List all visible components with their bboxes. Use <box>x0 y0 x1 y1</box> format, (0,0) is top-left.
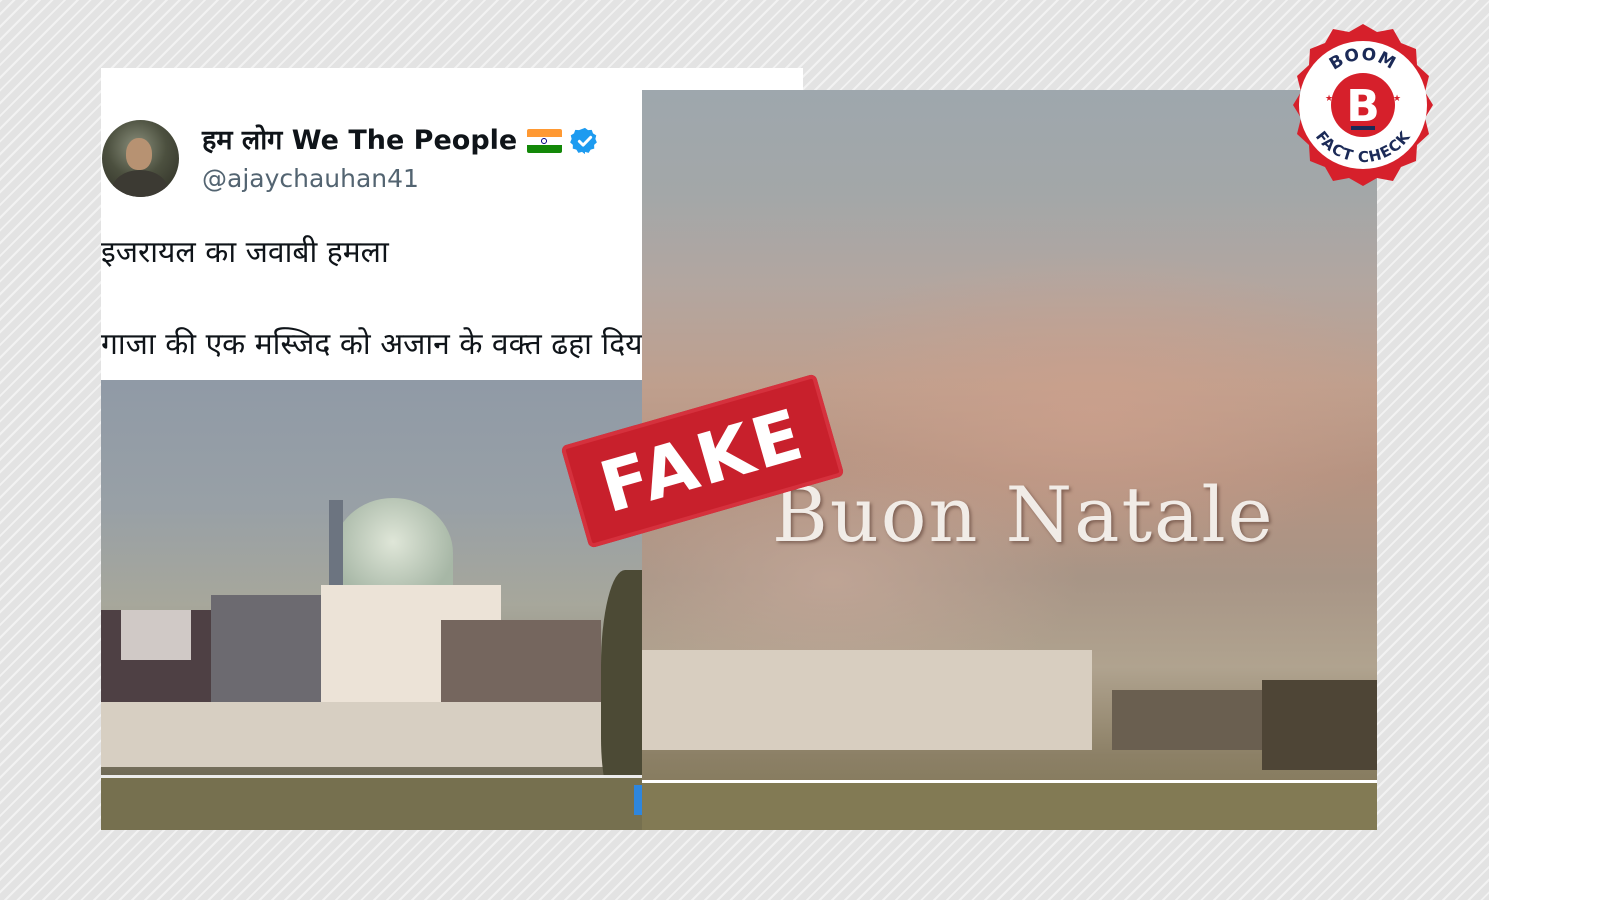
white-margin <box>1489 0 1600 900</box>
ground-strip <box>101 775 642 830</box>
video-progress-line <box>642 780 1377 783</box>
india-flag-icon <box>527 129 563 153</box>
badge-star-icon: ★ <box>1393 94 1401 104</box>
building-shape <box>1112 690 1262 750</box>
badge-star-icon: ★ <box>1325 94 1333 104</box>
tweet-author-name[interactable]: हम लोग We The People <box>202 124 600 158</box>
boundary-wall <box>101 702 642 767</box>
building-shape <box>1262 680 1377 770</box>
avatar-face-shape <box>126 138 152 170</box>
building-shape <box>121 610 191 660</box>
boom-fact-check-logo-icon: B BOOM FACT CHECK ★ ★ <box>1293 24 1433 186</box>
tweet-handle[interactable]: @ajaychauhan41 <box>202 164 419 193</box>
mosque-minaret <box>329 500 343 585</box>
tree-shape <box>601 570 642 810</box>
display-name-text: हम लोग We The People <box>202 125 518 156</box>
badge-letter: B <box>1346 81 1380 132</box>
ground-strip <box>642 780 1377 830</box>
tweet-text-line-1: इजरायल का जवाबी हमला <box>101 235 389 270</box>
video-still-mosque[interactable] <box>101 380 642 830</box>
video-progress-line <box>101 775 642 778</box>
avatar[interactable] <box>102 120 179 197</box>
video-overlay-caption: Buon Natale <box>772 470 1275 559</box>
building-shape <box>211 595 321 717</box>
video-progress-marker <box>634 785 642 815</box>
tweet-text-line-2: गाजा की एक मस्जिद को अजान के वक्त ढहा दि… <box>101 327 702 362</box>
boundary-wall <box>642 650 1092 750</box>
verified-badge-icon <box>570 127 598 155</box>
avatar-body-shape <box>112 170 168 197</box>
